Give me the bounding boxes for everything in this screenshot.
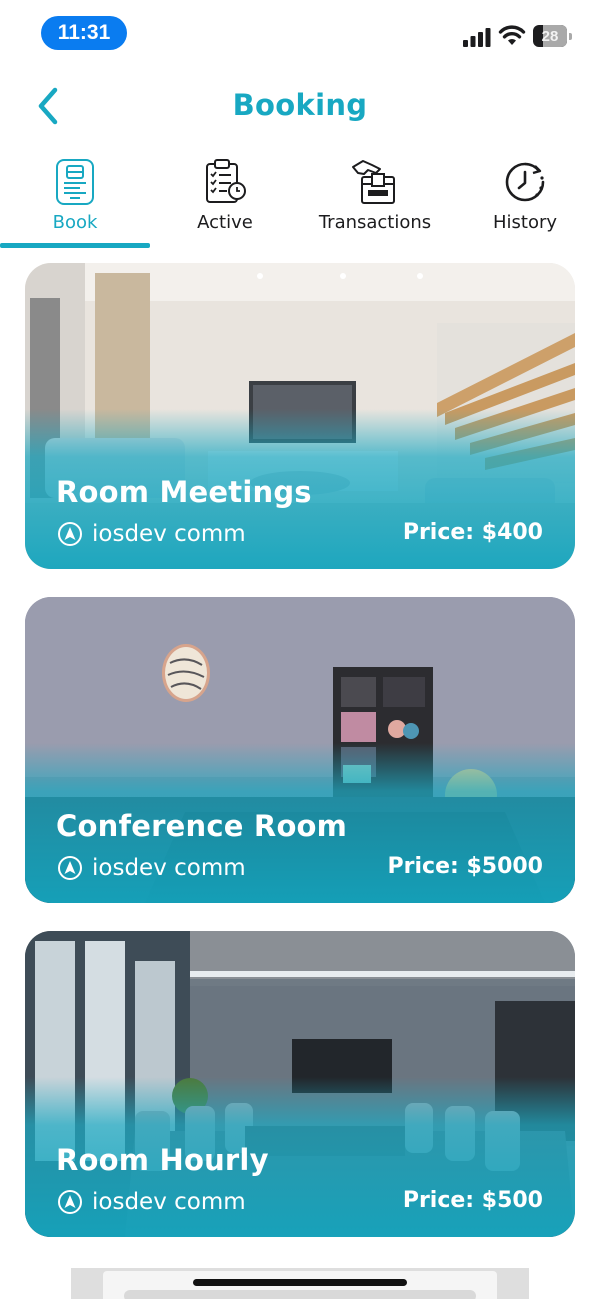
tab-active[interactable]: Active bbox=[150, 152, 300, 248]
active-tab-indicator bbox=[0, 243, 150, 248]
home-indicator[interactable] bbox=[193, 1279, 407, 1286]
wifi-icon bbox=[498, 25, 526, 45]
room-location: iosdev comm bbox=[57, 521, 246, 547]
hand-card-payment-icon bbox=[352, 160, 395, 204]
clipboard-checklist-clock-icon bbox=[206, 159, 246, 203]
room-location: iosdev comm bbox=[57, 1189, 246, 1215]
room-location: iosdev comm bbox=[57, 855, 246, 881]
tab-bar: Book Active Transactions History bbox=[0, 152, 600, 248]
room-name: Conference Room bbox=[56, 809, 348, 843]
status-bar: 11:31 28 bbox=[0, 0, 600, 66]
tab-transactions[interactable]: Transactions bbox=[300, 152, 450, 248]
tab-book[interactable]: Book bbox=[0, 152, 150, 248]
navigation-icon bbox=[58, 856, 82, 880]
battery-level: 28 bbox=[541, 27, 559, 45]
tab-history-label: History bbox=[492, 212, 558, 233]
room-price: Price: $400 bbox=[402, 520, 543, 545]
header: Booking bbox=[0, 70, 600, 142]
page-title: Booking bbox=[232, 88, 368, 122]
navigation-icon bbox=[58, 1190, 82, 1214]
room-location-label: iosdev comm bbox=[92, 1189, 246, 1215]
next-card-peek-bar bbox=[124, 1290, 476, 1299]
room-price: Price: $500 bbox=[402, 1188, 543, 1213]
cellular-signal-icon bbox=[463, 28, 491, 47]
room-price: Price: $5000 bbox=[387, 854, 543, 879]
navigation-icon bbox=[58, 522, 82, 546]
tab-history[interactable]: History bbox=[450, 152, 600, 248]
room-name: Room Meetings bbox=[56, 475, 312, 509]
room-location-label: iosdev comm bbox=[92, 855, 246, 881]
tab-active-label: Active bbox=[197, 212, 253, 233]
battery-icon: 28 bbox=[533, 25, 573, 47]
room-card[interactable]: Conference Room iosdev comm Price: $5000 bbox=[25, 597, 575, 903]
room-name: Room Hourly bbox=[56, 1143, 269, 1177]
status-time: 11:31 bbox=[41, 16, 127, 50]
room-card[interactable]: Room Meetings iosdev comm Price: $400 bbox=[25, 263, 575, 569]
clock-history-icon bbox=[505, 162, 545, 202]
booking-form-icon bbox=[56, 159, 94, 205]
room-location-label: iosdev comm bbox=[92, 521, 246, 547]
room-card[interactable]: Room Hourly iosdev comm Price: $500 bbox=[25, 931, 575, 1237]
tab-transactions-label: Transactions bbox=[318, 212, 432, 233]
tab-book-label: Book bbox=[52, 212, 98, 233]
